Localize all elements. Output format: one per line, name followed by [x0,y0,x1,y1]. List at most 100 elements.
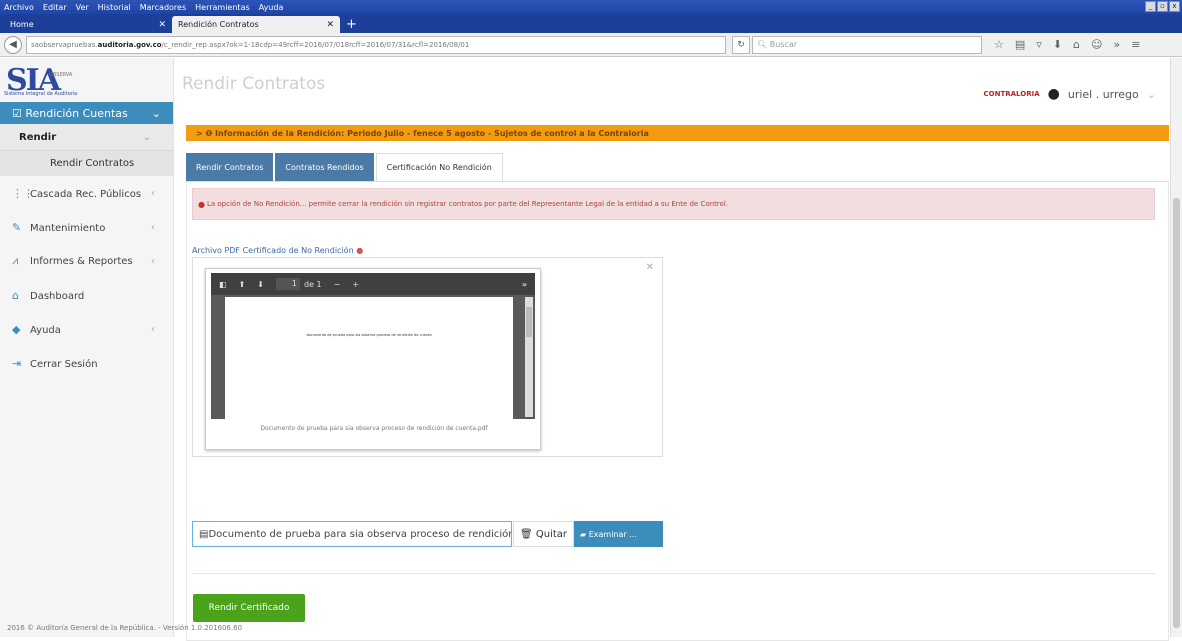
file-preview-frame: ✕ ◧ ⬆ ⬇ 1 de 1 − + » documento de prueba… [192,257,663,457]
sidebar-item-ayuda[interactable]: ◆ Ayuda ‹ [0,312,173,346]
close-tab-icon[interactable]: ✕ [326,20,334,30]
zoom-in-icon[interactable]: + [352,280,359,289]
logo-sub: OBSERVA [49,72,73,78]
home-icon: ⌂ [12,288,19,302]
user-area: CONTRALORIA ● uriel . urrego ⌄ [984,86,1156,102]
page-title: Rendir Contratos [182,74,326,94]
sidebar: SIA OBSERVA Sistema Integral de Auditorí… [0,58,174,637]
sidebar-item-mantenimiento[interactable]: ✎ Mantenimiento ‹ [0,210,173,244]
sidebar-item-label: Rendir [19,131,57,143]
close-preview-icon[interactable]: ✕ [646,262,654,273]
close-tab-icon[interactable]: ✕ [158,20,166,30]
sidebar-item-label: Rendir Contratos [50,158,135,169]
info-bar[interactable]: > ❶ Información de la Rendición: Periodo… [186,125,1169,141]
file-icon: ▤ [199,528,209,540]
url-prefix: saobservapruebas. [31,40,98,49]
menu-historial[interactable]: Historial [98,3,131,12]
pdf-preview: ◧ ⬆ ⬇ 1 de 1 − + » documento de prueba p… [205,268,541,450]
divider [192,573,1155,574]
menu-editar[interactable]: Editar [43,3,67,12]
pdf-page-text: documento de prueba para sia observa pro… [306,333,432,337]
home-browser-icon[interactable]: ⌂ [1073,38,1080,51]
page-number-input[interactable]: 1 [275,278,300,290]
prev-page-icon[interactable]: ⬆ [239,280,246,289]
new-tab-icon[interactable]: + [346,16,357,33]
page-scrollbar[interactable] [1170,58,1182,637]
sidebar-item-label: Ayuda [30,324,61,336]
app-page: SIA OBSERVA Sistema Integral de Auditorí… [0,58,1170,641]
quitar-button[interactable]: 🗑︎ Quitar [513,521,574,547]
tab-rendir-contratos[interactable]: Rendir Contratos [186,153,274,181]
menu-marcadores[interactable]: Marcadores [140,3,186,12]
chevron-down-icon[interactable]: ⌄ [1147,88,1156,101]
back-icon[interactable]: ◀ [4,35,22,54]
menu-ayuda[interactable]: Ayuda [259,3,284,12]
extension-icon[interactable]: ☺ [1091,38,1102,51]
window-controls: _ ▫ x [1145,1,1180,12]
required-marker: ● [356,246,364,255]
url-path: /c_rendir_rep.aspx?ok=1-18cdp=49rcff=201… [161,40,470,49]
reload-icon[interactable]: ↻ [732,35,750,54]
pdf-scrollbar[interactable] [525,297,533,417]
more-tools-icon[interactable]: » [522,280,527,289]
close-icon[interactable]: x [1169,1,1180,12]
examinar-label: Examinar ... [588,529,637,539]
sidebar-item-cerrar-sesion[interactable]: ⇥ Cerrar Sesión [0,346,173,380]
browser-tab-rendicion[interactable]: Rendición Contratos ✕ [172,16,340,33]
sidebar-item-rendir-contratos[interactable]: Rendir Contratos [0,150,173,176]
file-name-value: Documento de prueba para sia observa pro… [208,528,512,540]
sidebar-item-rendir[interactable]: Rendir ⌄ [0,124,173,150]
sia-logo[interactable]: SIA OBSERVA Sistema Integral de Auditorí… [0,58,173,102]
logo-tagline: Sistema Integral de Auditoría [4,91,78,97]
sidebar-item-informes[interactable]: ⩘ Informes & Reportes ‹ [0,244,173,278]
menu-herramientas[interactable]: Herramientas [195,3,250,12]
hamburger-menu-icon[interactable]: ≡ [1131,38,1140,51]
examinar-button[interactable]: ▰ Examinar ... [574,521,663,547]
sidebar-item-label: Informes & Reportes [30,256,133,267]
file-name-input[interactable]: ▤ Documento de prueba para sia observa p… [192,521,512,547]
chevron-down-icon: ⌄ [142,131,151,143]
file-label: Archivo PDF Certificado de No Rendición … [192,246,363,255]
page-count: de 1 [303,279,322,289]
browser-tab-home[interactable]: Home ✕ [4,16,172,33]
menu-archivo[interactable]: Archivo [4,3,34,12]
pdf-scroll-thumb[interactable] [526,307,532,337]
browser-menubar: Archivo Editar Ver Historial Marcadores … [0,0,1182,14]
minimize-icon[interactable]: _ [1145,1,1156,12]
alert-icon: ● [198,199,205,209]
bookmark-star-icon[interactable]: ☆ [994,38,1004,51]
rendir-certificado-button[interactable]: Rendir Certificado [193,594,305,622]
alert-text: La opción de No Rendición... permite cer… [206,200,728,208]
top-header: Rendir Contratos CONTRALORIA ● uriel . u… [174,58,1170,122]
pocket-icon[interactable]: ▿ [1036,38,1042,51]
footer: 2016 © Auditoría General de la República… [7,624,243,632]
url-domain: auditoria.gov.co [97,40,162,49]
page-scroll-thumb[interactable] [1173,198,1180,628]
sidebar-item-cascada[interactable]: ⋮⋮Cascada Rec. Públicos ‹ [0,176,173,210]
next-page-icon[interactable]: ⬇ [257,280,264,289]
sidebar-item-label: Dashboard [30,290,85,302]
download-icon[interactable]: ⬇ [1053,38,1062,51]
user-avatar-icon[interactable]: ● [1048,86,1060,102]
username[interactable]: uriel . urrego [1068,88,1139,101]
browser-search-input[interactable]: 🔍︎ Buscar [752,35,982,54]
sidebar-item-dashboard[interactable]: ⌂ Dashboard [0,278,173,312]
book-icon: ◆ [12,322,21,336]
wrench-icon: ✎ [12,220,22,234]
pdf-caption: Documento de prueba para sia observa pro… [260,425,488,432]
zoom-out-icon[interactable]: − [334,280,341,289]
sidebar-toggle-icon[interactable]: ◧ [219,280,227,289]
restore-icon[interactable]: ▫ [1157,1,1168,12]
search-icon: 🔍︎ [757,40,770,49]
browser-tab-label: Rendición Contratos [178,20,259,29]
reading-list-icon[interactable]: ▤ [1015,38,1025,51]
pdf-page: documento de prueba para sia observa pro… [225,297,513,419]
tab-contratos-rendidos[interactable]: Contratos Rendidos [275,153,374,181]
browser-navbar: ◀ saobservapruebas. auditoria.gov.co/c_re… [0,33,1182,57]
overflow-icon[interactable]: » [1113,38,1120,51]
url-bar[interactable]: saobservapruebas. auditoria.gov.co/c_rend… [26,35,726,54]
menu-ver[interactable]: Ver [76,3,89,12]
tab-certificacion-no-rendicion[interactable]: Certificación No Rendición [375,153,503,181]
chevron-down-icon: ⌄ [151,106,161,120]
sidebar-item-rendicion-cuentas[interactable]: ☑ Rendición Cuentas ⌄ [0,102,173,124]
